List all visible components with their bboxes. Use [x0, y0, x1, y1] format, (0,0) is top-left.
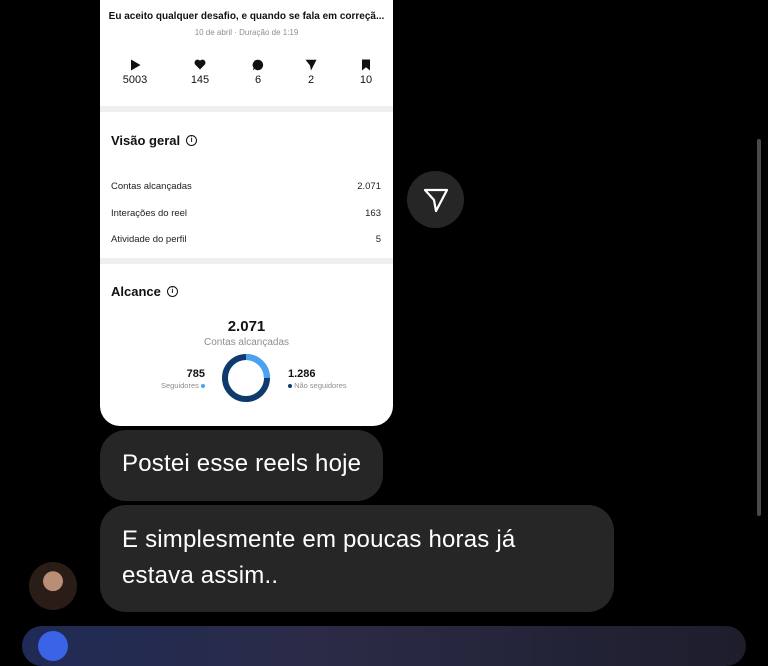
followers-label: Seguidores [160, 381, 199, 390]
message-bubble[interactable]: E simplesmente em poucas horas já estava… [100, 505, 614, 612]
reach-donut [222, 354, 270, 402]
followers-value: 785 [186, 368, 205, 380]
paper-plane-icon [423, 188, 448, 212]
message-composer[interactable] [22, 626, 746, 666]
share-button[interactable] [407, 171, 464, 228]
message-bubble[interactable]: Postei esse reels hoje [100, 430, 384, 501]
message-text: Postei esse reels hoje [122, 450, 362, 477]
reach-chart: 2.071 Contas alcançadas 785 Seguidores 1… [100, 0, 393, 426]
non-followers-value: 1.286 [288, 368, 316, 380]
message-text-line: estava assim.. [122, 562, 279, 589]
reach-total: 2.071 [227, 318, 266, 335]
reach-total-label: Contas alcançadas [203, 337, 290, 348]
reach-non-followers: 1.286 Não seguidores [288, 368, 347, 390]
non-followers-label: Não seguidores [294, 381, 347, 390]
followers-dot [201, 384, 205, 389]
scrollbar[interactable] [757, 139, 761, 516]
reach-followers: 785 Seguidores [161, 368, 205, 390]
non-followers-dot [288, 384, 292, 389]
avatar[interactable] [29, 562, 77, 610]
message-text-line: E simplesmente em poucas horas já [122, 526, 516, 553]
